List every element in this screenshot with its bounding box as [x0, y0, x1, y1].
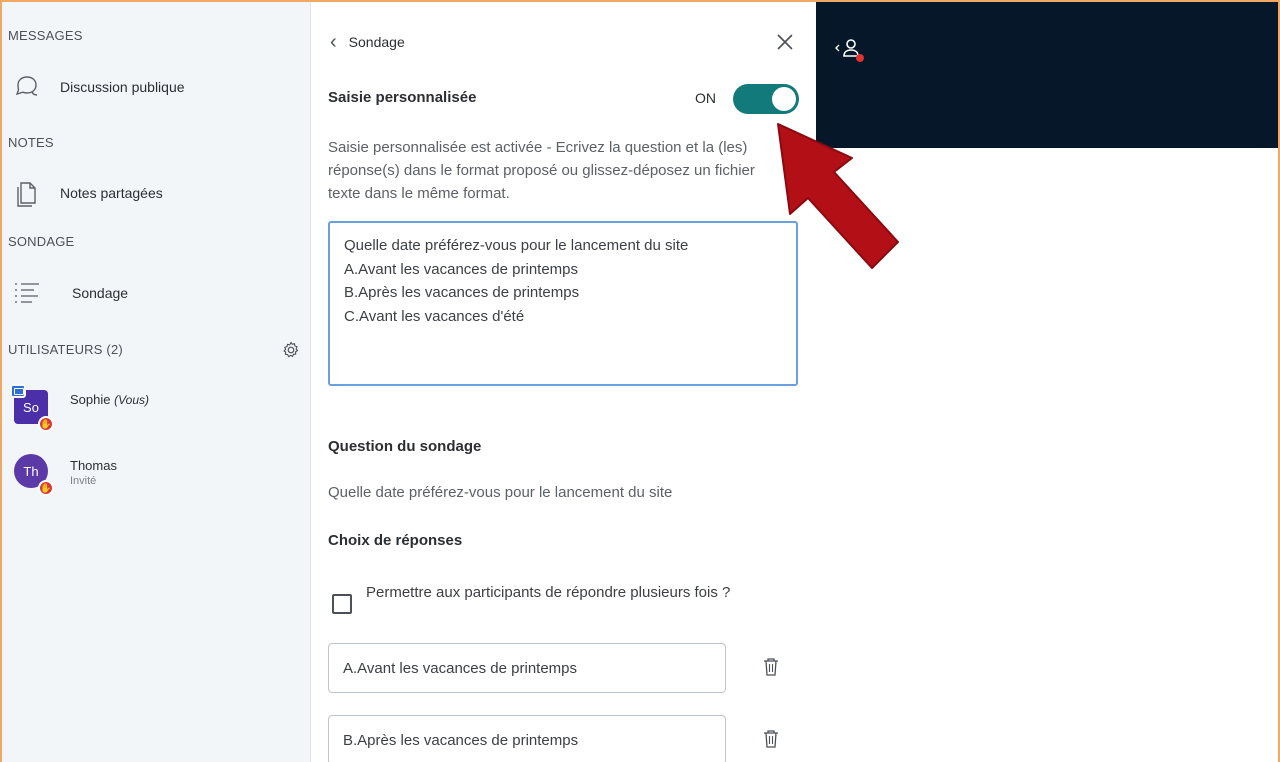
user-row-thomas[interactable]: Th ✋ Thomas Invité: [14, 454, 117, 496]
avatar: Th ✋: [14, 454, 54, 496]
trash-icon[interactable]: [762, 657, 780, 677]
you-tag: (Vous): [114, 393, 150, 407]
user-name: Sophie (Vous): [70, 392, 149, 407]
sidebar: MESSAGES Discussion publique NOTES Notes…: [0, 0, 311, 762]
notes-icon: [10, 176, 44, 210]
raise-hand-icon: ✋: [38, 480, 54, 496]
toggle-knob: [772, 87, 796, 111]
question-text: Quelle date préférez-vous pour le lancem…: [328, 484, 673, 501]
multiple-answers-label: Permettre aux participants de répondre p…: [366, 584, 731, 601]
sidebar-item-label: Notes partagées: [60, 185, 163, 201]
multiple-answers-checkbox[interactable]: [332, 594, 352, 614]
user-name: Thomas: [70, 458, 117, 473]
sidebar-item-poll[interactable]: Sondage: [10, 270, 128, 316]
poll-section-title: SONDAGE: [8, 234, 75, 249]
custom-input-toggle[interactable]: [733, 84, 799, 114]
poll-list-icon: [10, 276, 44, 310]
presenter-icon: [10, 384, 26, 398]
custom-input-label: Saisie personnalisée: [328, 89, 477, 106]
answer-input-b[interactable]: B.Après les vacances de printemps: [328, 715, 726, 762]
avatar-initials: So: [23, 399, 39, 415]
panel-title: Sondage: [348, 34, 405, 50]
user-row-sophie[interactable]: So ✋ Sophie (Vous): [10, 384, 149, 432]
messages-section-title: MESSAGES: [8, 28, 83, 43]
user-list-icon[interactable]: [830, 36, 870, 66]
choices-label: Choix de réponses: [328, 532, 463, 549]
notes-section-title: NOTES: [8, 135, 54, 150]
question-label: Question du sondage: [328, 438, 482, 455]
users-section-title: UTILISATEURS (2): [8, 342, 123, 357]
avatar-initials: Th: [23, 463, 39, 479]
sidebar-item-shared-notes[interactable]: Notes partagées: [10, 170, 163, 216]
back-button[interactable]: ‹ Sondage: [330, 31, 405, 53]
answer-input-a[interactable]: A.Avant les vacances de printemps: [328, 643, 726, 693]
sidebar-item-public-chat[interactable]: Discussion publique: [10, 64, 185, 110]
user-name-text: Sophie: [70, 392, 111, 407]
poll-panel: ‹ Sondage Saisie personnalisée ON Saisie…: [312, 0, 816, 762]
sidebar-item-label: Discussion publique: [60, 79, 185, 95]
back-chevron-icon: ‹: [330, 31, 337, 53]
chat-icon: [10, 70, 44, 104]
toggle-state-label: ON: [695, 90, 716, 106]
trash-icon[interactable]: [762, 729, 780, 749]
custom-poll-textarea[interactable]: Quelle date préférez-vous pour le lancem…: [328, 221, 798, 386]
presentation-area-header: [816, 0, 1280, 148]
custom-input-description: Saisie personnalisée est activée - Ecriv…: [328, 139, 755, 202]
user-role: Invité: [70, 475, 97, 487]
avatar: So ✋: [10, 384, 54, 432]
gear-icon[interactable]: [281, 340, 301, 360]
close-icon[interactable]: [774, 31, 796, 53]
raise-hand-icon: ✋: [38, 416, 54, 432]
sidebar-item-label: Sondage: [72, 285, 129, 301]
